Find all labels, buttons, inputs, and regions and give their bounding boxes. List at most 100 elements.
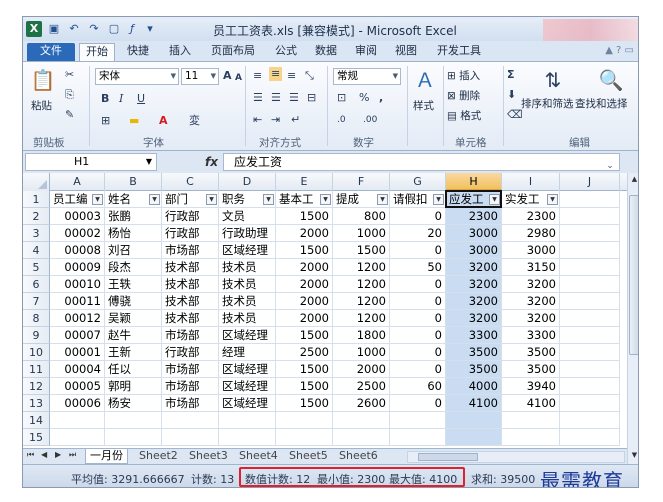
table-cell[interactable]: 00002 xyxy=(50,225,105,242)
header-cell[interactable]: 姓名 ▼ xyxy=(105,191,162,208)
fill-color-icon[interactable]: ▬ xyxy=(129,114,139,128)
formula-input[interactable]: 应发工资 ⌄ xyxy=(223,153,620,171)
table-cell[interactable]: 市场部 xyxy=(162,361,219,378)
table-cell[interactable]: 技术部 xyxy=(162,310,219,327)
empty-cell[interactable] xyxy=(446,412,502,429)
expand-formula-icon[interactable]: ⌄ xyxy=(603,158,617,172)
filter-dropdown-icon[interactable]: ▼ xyxy=(377,194,388,205)
column-header-j[interactable]: J xyxy=(560,173,620,191)
table-cell[interactable]: 郭明 xyxy=(105,378,162,395)
excel-app-icon[interactable]: X xyxy=(26,21,42,37)
table-cell[interactable]: 1500 xyxy=(276,208,333,225)
table-cell[interactable]: 50 xyxy=(390,259,446,276)
row-header[interactable]: 8 xyxy=(23,310,50,327)
empty-cell[interactable] xyxy=(390,429,446,446)
empty-cell[interactable] xyxy=(560,378,620,395)
increase-indent-icon[interactable]: ⇥ xyxy=(271,113,280,127)
table-cell[interactable]: 1200 xyxy=(333,276,390,293)
sheet-tab-sheet6[interactable]: Sheet6 xyxy=(335,449,382,464)
align-right-icon[interactable]: ☰ xyxy=(289,91,299,105)
table-cell[interactable]: 2500 xyxy=(333,378,390,395)
table-cell[interactable]: 张鹏 xyxy=(105,208,162,225)
empty-cell[interactable] xyxy=(560,191,620,208)
table-cell[interactable]: 1500 xyxy=(333,242,390,259)
table-cell[interactable]: 3200 xyxy=(502,293,560,310)
worksheet-grid[interactable]: ABCDEFGHIJ 1 员工编 ▼ 姓名 ▼ 部门 ▼ 职务 ▼ 基本工 ▼ 提成 ▼ 请假扣 ▼ 应发工 ▼… xyxy=(23,173,627,448)
fill-icon[interactable]: ⬇ xyxy=(507,88,516,102)
header-cell[interactable]: 请假扣 ▼ xyxy=(390,191,446,208)
align-middle-icon[interactable]: ≡ xyxy=(269,67,283,81)
table-cell[interactable]: 经理 xyxy=(219,344,276,361)
align-bottom-icon[interactable]: ≡ xyxy=(287,69,296,83)
empty-cell[interactable] xyxy=(560,412,620,429)
table-cell[interactable]: 区域经理 xyxy=(219,327,276,344)
paste-button[interactable]: 粘贴 xyxy=(31,98,52,113)
underline-icon[interactable]: U xyxy=(137,92,145,106)
row-header[interactable]: 2 xyxy=(23,208,50,225)
empty-cell[interactable] xyxy=(50,429,105,446)
table-cell[interactable]: 区域经理 xyxy=(219,361,276,378)
table-cell[interactable]: 赵牛 xyxy=(105,327,162,344)
tab-view[interactable]: 视图 xyxy=(389,43,423,61)
table-cell[interactable]: 文员 xyxy=(219,208,276,225)
filter-dropdown-icon[interactable]: ▼ xyxy=(92,194,103,205)
table-cell[interactable]: 技术部 xyxy=(162,276,219,293)
table-cell[interactable]: 1800 xyxy=(333,327,390,344)
table-cell[interactable]: 1200 xyxy=(333,259,390,276)
table-cell[interactable]: 技术员 xyxy=(219,259,276,276)
orientation-icon[interactable]: ⤡ xyxy=(305,69,314,83)
table-cell[interactable]: 杨安 xyxy=(105,395,162,412)
insert-function-icon[interactable]: fx xyxy=(205,155,218,169)
table-cell[interactable]: 1000 xyxy=(333,225,390,242)
table-cell[interactable]: 技术员 xyxy=(219,276,276,293)
column-header-g[interactable]: G xyxy=(390,173,446,191)
table-cell[interactable]: 00003 xyxy=(50,208,105,225)
filter-dropdown-icon[interactable]: ▼ xyxy=(489,194,500,205)
empty-cell[interactable] xyxy=(219,429,276,446)
copy-icon[interactable]: ⎘ xyxy=(65,88,74,102)
table-cell[interactable]: 0 xyxy=(390,344,446,361)
table-cell[interactable]: 0 xyxy=(390,242,446,259)
sheet-tab-sheet3[interactable]: Sheet3 xyxy=(185,449,232,464)
row-header[interactable]: 10 xyxy=(23,344,50,361)
column-header-i[interactable]: I xyxy=(502,173,560,191)
scroll-up-icon[interactable]: ▲ xyxy=(628,173,638,186)
phonetic-icon[interactable]: 変 xyxy=(189,114,200,128)
tab-quick[interactable]: 快捷 xyxy=(121,43,155,61)
empty-cell[interactable] xyxy=(560,429,620,446)
table-cell[interactable]: 3940 xyxy=(502,378,560,395)
autosum-icon[interactable]: Σ xyxy=(507,68,515,82)
tab-review[interactable]: 审阅 xyxy=(349,43,383,61)
table-cell[interactable]: 王轶 xyxy=(105,276,162,293)
style-button[interactable]: 样式 xyxy=(413,98,434,113)
table-cell[interactable]: 3200 xyxy=(446,259,502,276)
table-cell[interactable]: 3500 xyxy=(446,344,502,361)
table-cell[interactable]: 市场部 xyxy=(162,378,219,395)
name-box[interactable]: H1 ▼ xyxy=(25,153,157,171)
table-cell[interactable]: 区域经理 xyxy=(219,395,276,412)
align-top-icon[interactable]: ≡ xyxy=(253,69,262,83)
table-cell[interactable]: 1000 xyxy=(333,344,390,361)
table-cell[interactable]: 1200 xyxy=(333,310,390,327)
table-cell[interactable]: 2600 xyxy=(333,395,390,412)
function-icon[interactable]: ƒ xyxy=(125,22,139,36)
column-header-b[interactable]: B xyxy=(105,173,162,191)
table-cell[interactable]: 吴颖 xyxy=(105,310,162,327)
horizontal-scrollbar[interactable] xyxy=(407,451,625,463)
font-name-select[interactable]: 宋体 ▼ xyxy=(95,68,179,85)
table-cell[interactable]: 60 xyxy=(390,378,446,395)
find-select-button[interactable]: 查找和选择 xyxy=(575,96,628,111)
table-cell[interactable]: 20 xyxy=(390,225,446,242)
table-cell[interactable]: 杨怡 xyxy=(105,225,162,242)
format-painter-icon[interactable]: ✎ xyxy=(65,108,74,122)
table-cell[interactable]: 2000 xyxy=(276,259,333,276)
wrap-text-icon[interactable]: ↵ xyxy=(291,113,300,127)
prev-sheet-icon[interactable]: ◀ xyxy=(41,450,47,459)
table-cell[interactable]: 00004 xyxy=(50,361,105,378)
filter-dropdown-icon[interactable]: ▼ xyxy=(547,194,558,205)
empty-cell[interactable] xyxy=(502,429,560,446)
sort-filter-icon[interactable]: ⇅ xyxy=(539,66,567,94)
empty-cell[interactable] xyxy=(390,412,446,429)
cut-icon[interactable]: ✂ xyxy=(65,68,74,82)
new-doc-icon[interactable]: ▢ xyxy=(107,22,121,36)
